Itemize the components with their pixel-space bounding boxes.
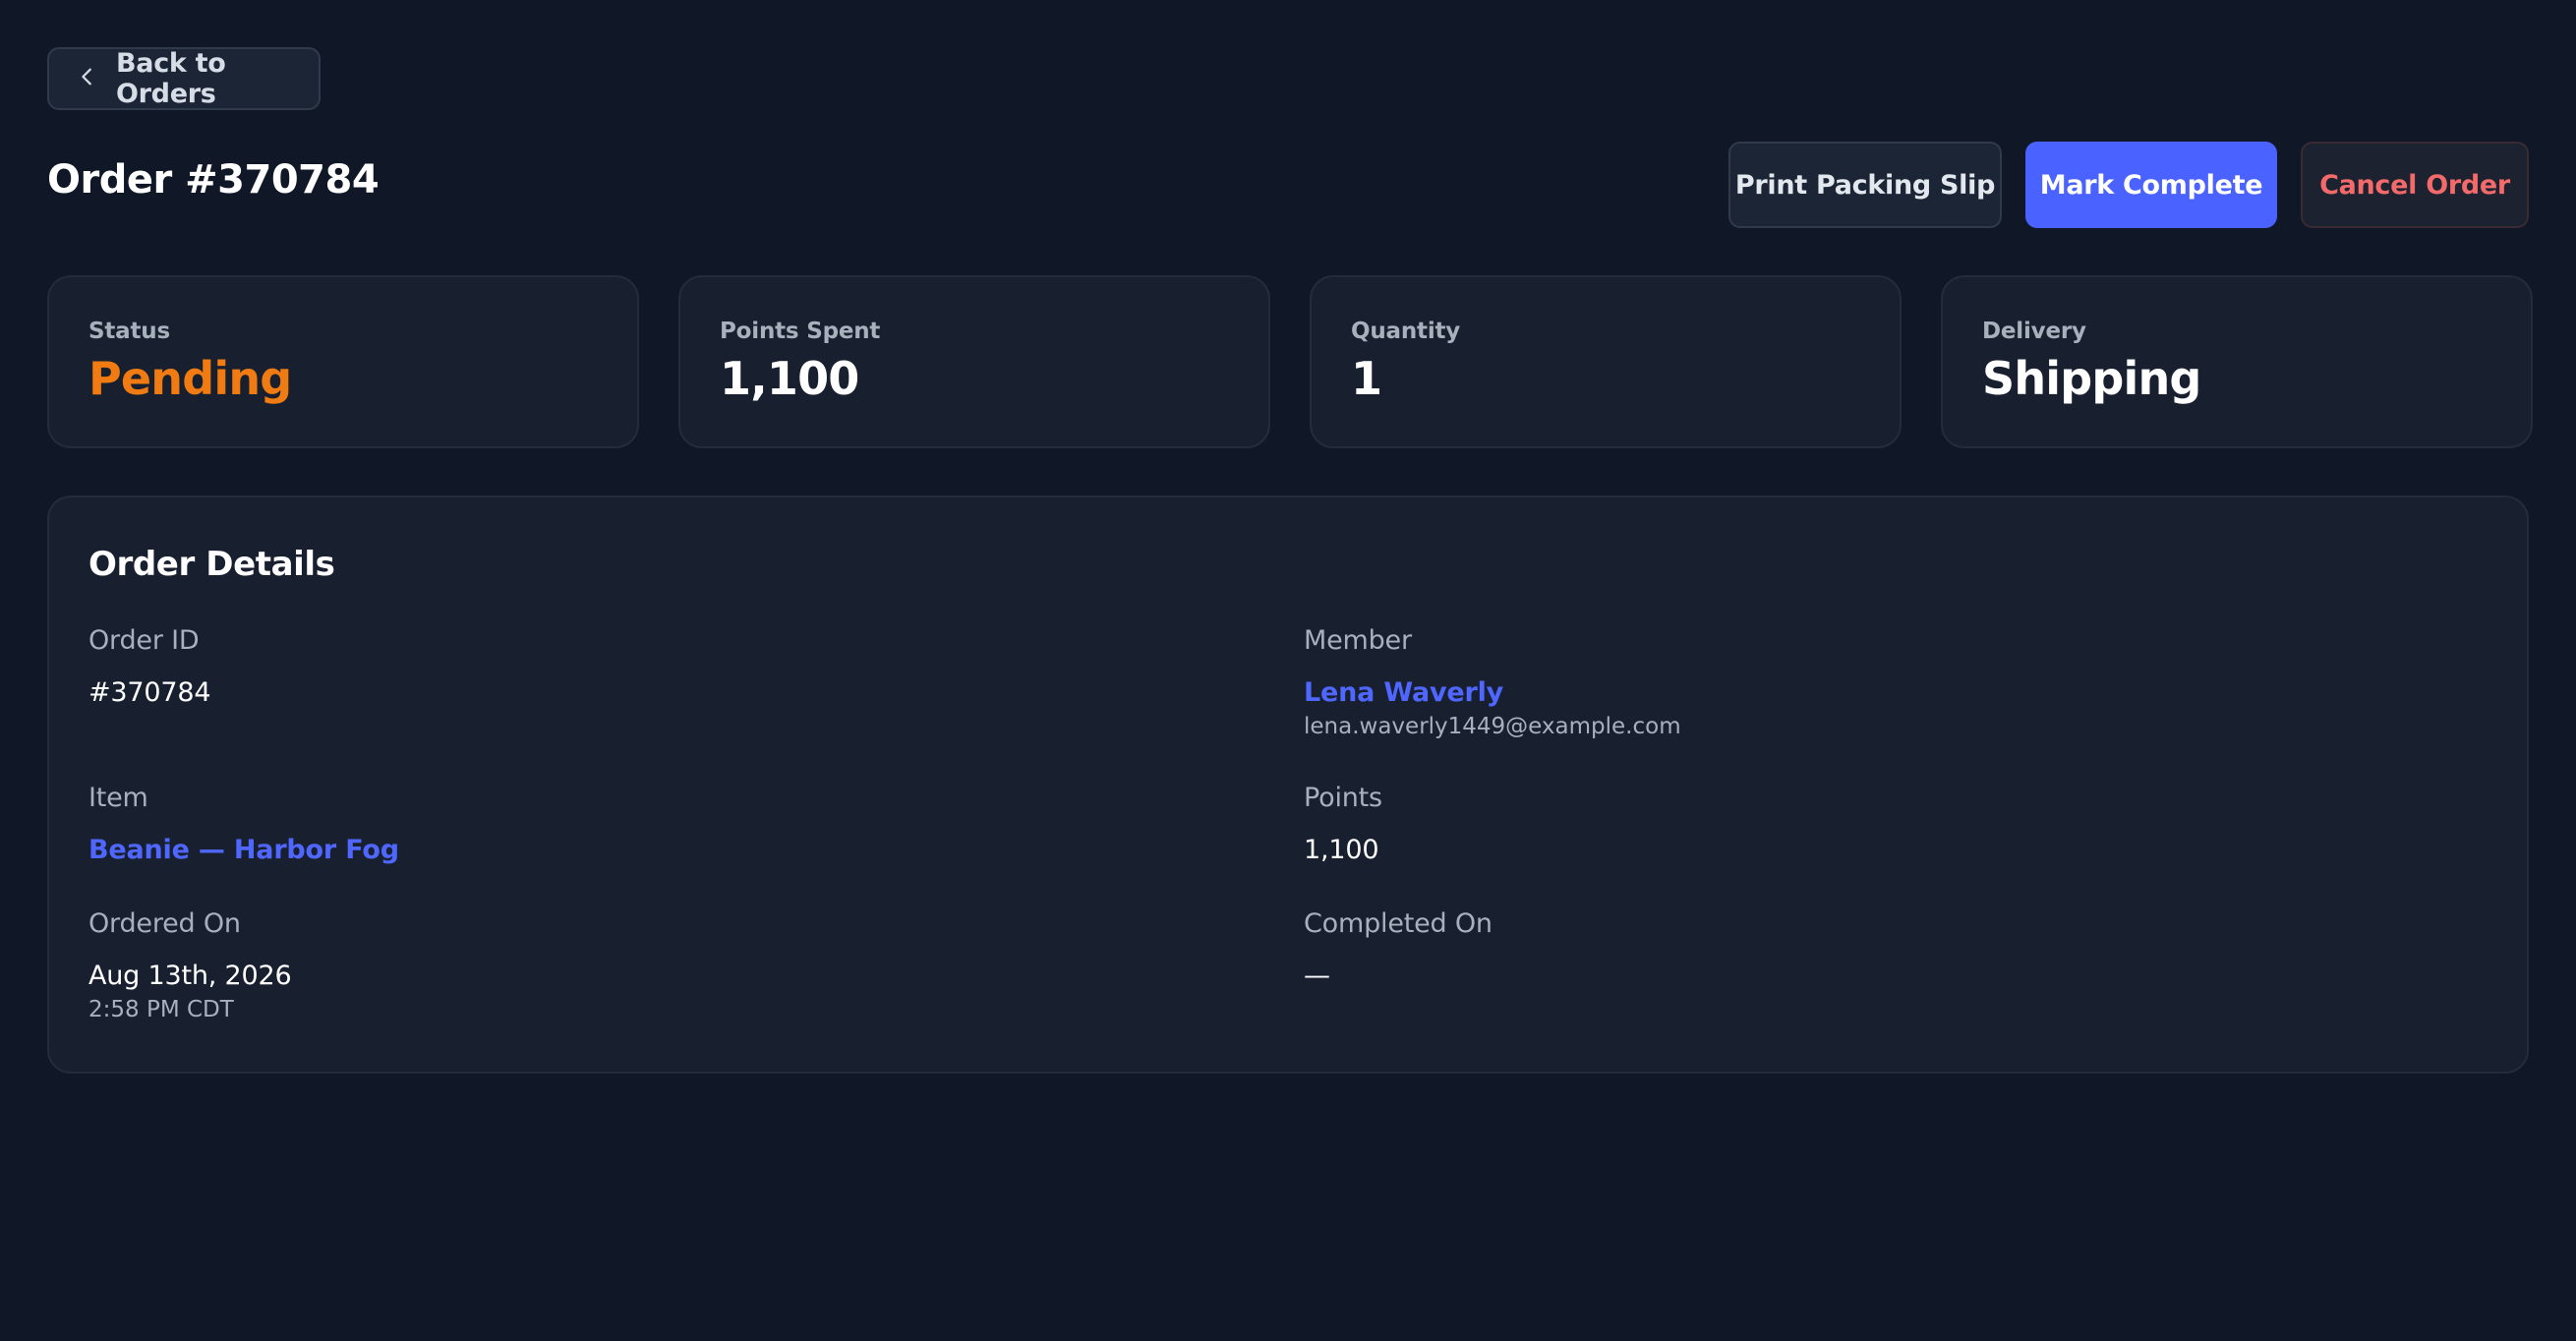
order-details-heading: Order Details [88, 545, 335, 584]
stat-card-delivery: Delivery Shipping [1941, 275, 2533, 448]
mark-complete-button[interactable]: Mark Complete [2025, 142, 2277, 228]
points-value: 1,100 [1304, 835, 1379, 865]
item-field: Item Beanie — Harbor Fog [88, 783, 399, 865]
stat-card-points-spent: Points Spent 1,100 [678, 275, 1270, 448]
order-id-value: #370784 [88, 677, 211, 708]
item-link[interactable]: Beanie — Harbor Fog [88, 835, 399, 865]
field-label: Ordered On [88, 908, 241, 939]
order-details-card: Order Details Order ID #370784 Member Le… [47, 496, 2529, 1074]
chevron-left-icon [77, 66, 98, 91]
field-label: Item [88, 783, 148, 813]
stat-label: Points Spent [720, 319, 881, 344]
order-actions: Print Packing Slip Mark Complete Cancel … [1728, 142, 2529, 228]
quantity-value: 1 [1351, 352, 1382, 405]
delivery-value: Shipping [1982, 352, 2201, 405]
back-to-orders-button[interactable]: Back to Orders [47, 47, 321, 110]
stat-card-status: Status Pending [47, 275, 639, 448]
field-label: Order ID [88, 625, 200, 656]
order-detail-page: Back to Orders Order #370784 Print Packi… [0, 0, 2576, 1341]
summary-stats: Status Pending Points Spent 1,100 Quanti… [47, 275, 2533, 448]
stat-label: Quantity [1351, 319, 1461, 344]
stat-card-quantity: Quantity 1 [1310, 275, 1902, 448]
ordered-on-date: Aug 13th, 2026 [88, 961, 292, 991]
completed-on-field: Completed On — [1304, 908, 1493, 991]
member-name-link[interactable]: Lena Waverly [1304, 677, 1681, 708]
field-label: Points [1304, 783, 1382, 813]
completed-on-value: — [1304, 961, 1330, 991]
ordered-on-time: 2:58 PM CDT [88, 997, 234, 1022]
points-spent-value: 1,100 [720, 352, 859, 405]
member-email: lena.waverly1449@example.com [1304, 714, 1681, 739]
ordered-on-field: Ordered On Aug 13th, 2026 2:58 PM CDT [88, 908, 292, 1022]
field-label: Completed On [1304, 908, 1493, 939]
back-to-orders-label: Back to Orders [116, 48, 226, 109]
order-id-field: Order ID #370784 [88, 625, 210, 708]
status-value: Pending [88, 352, 292, 405]
stat-label: Delivery [1982, 319, 2086, 344]
points-field: Points 1,100 [1304, 783, 1382, 865]
print-packing-slip-button[interactable]: Print Packing Slip [1728, 142, 2002, 228]
field-label: Member [1304, 625, 1412, 656]
cancel-order-button[interactable]: Cancel Order [2301, 142, 2529, 228]
stat-label: Status [88, 319, 170, 344]
member-field: Member Lena Waverly lena.waverly1449@exa… [1304, 625, 1681, 739]
page-title: Order #370784 [47, 157, 380, 203]
